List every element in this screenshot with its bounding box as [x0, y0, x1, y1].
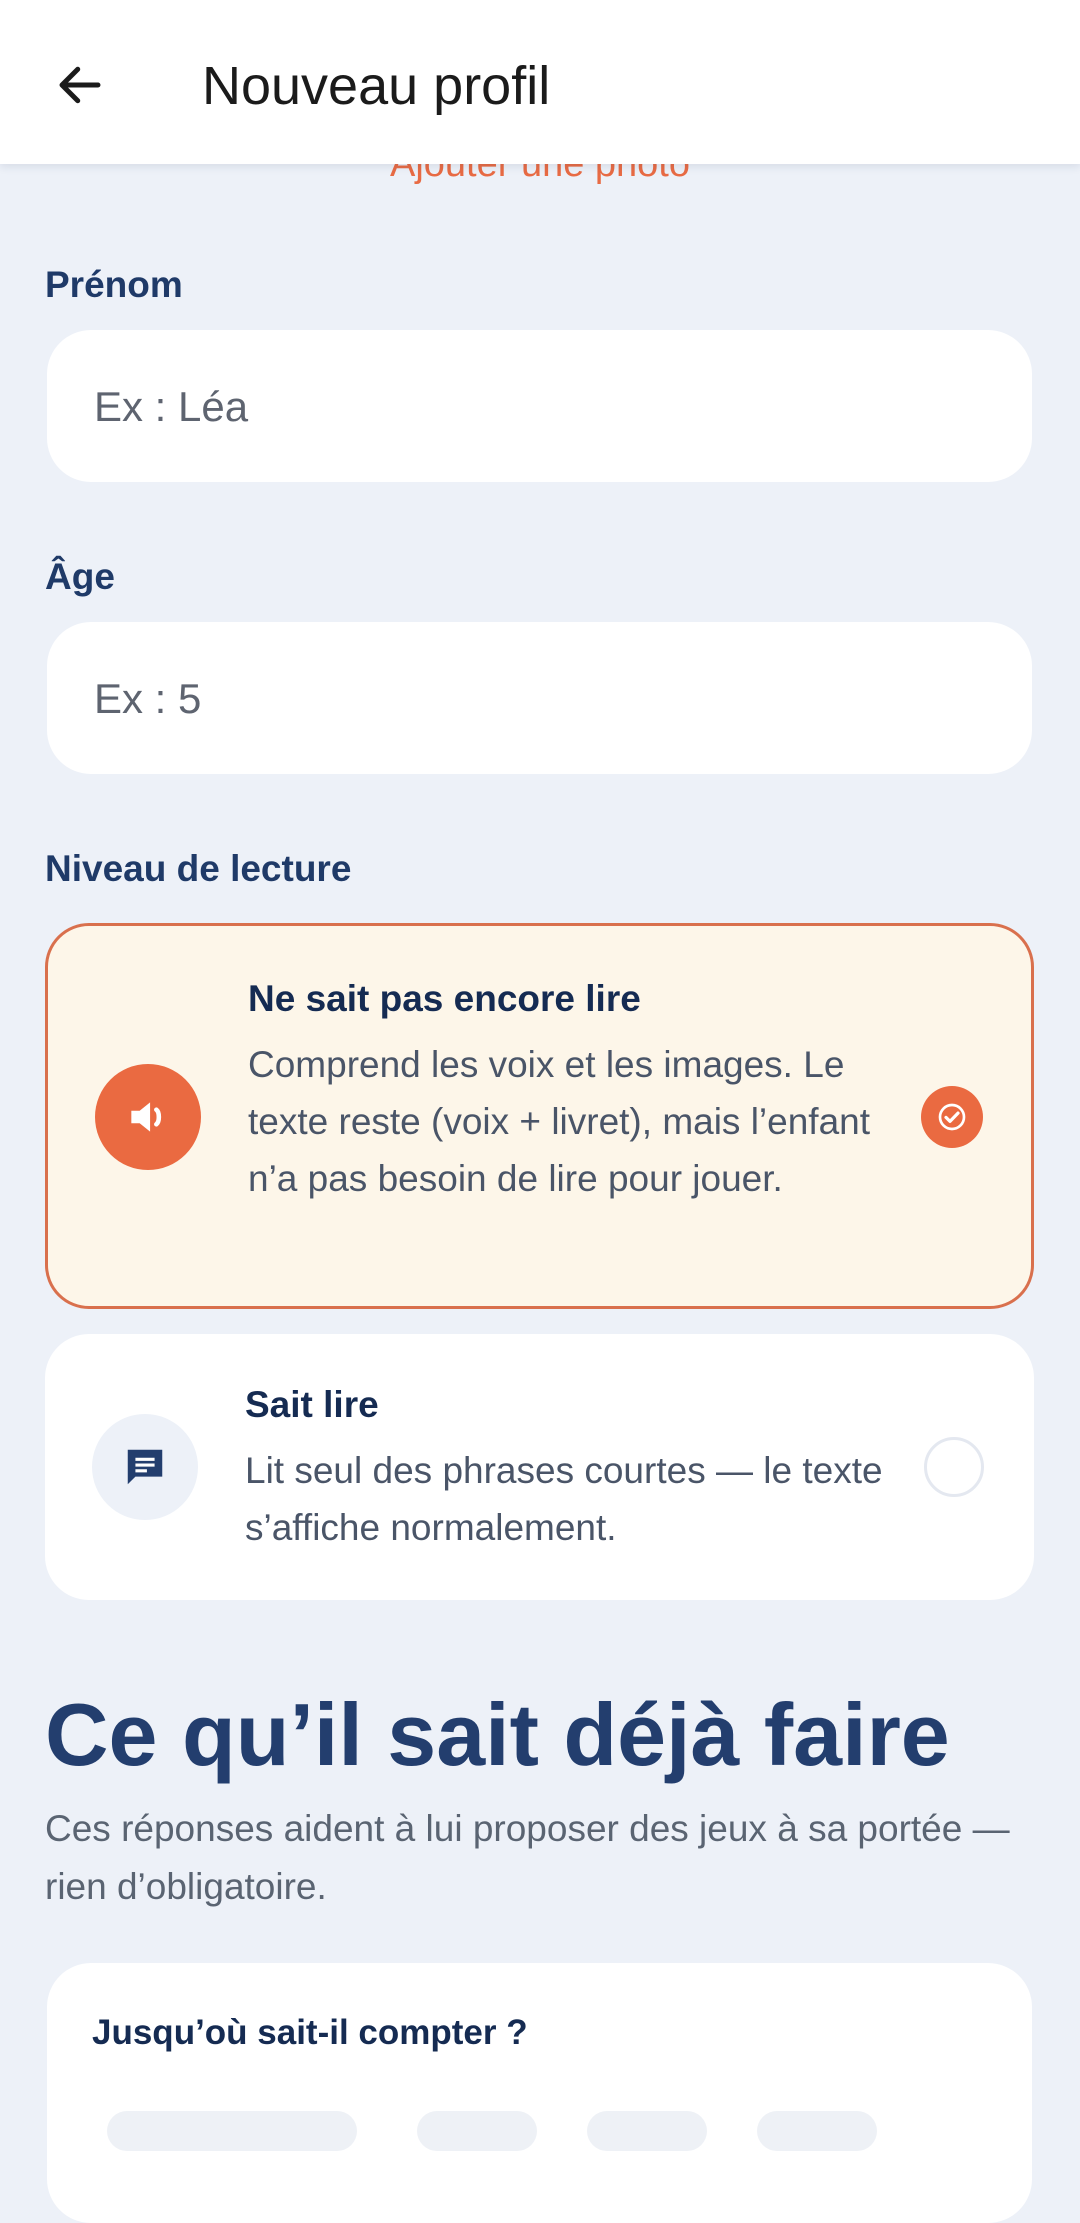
reading-option-can-read[interactable]: Sait lire Lit seul des phrases courtes —…: [45, 1334, 1034, 1600]
back-button[interactable]: [40, 50, 120, 120]
reading-option-title: Sait lire: [245, 1384, 379, 1425]
counting-option-chip[interactable]: [107, 2111, 357, 2151]
counting-question-card: Jusqu’où sait-il compter ?: [47, 1963, 1032, 2223]
skills-section-subtitle: Ces réponses aident à lui proposer des j…: [45, 1808, 1010, 1907]
first-name-label: Prénom: [45, 264, 183, 305]
page-title: Nouveau profil: [202, 56, 551, 116]
speaker-icon: [95, 1064, 201, 1170]
reading-option-description: Lit seul des phrases courtes — le texte …: [245, 1450, 883, 1548]
age-label: Âge: [45, 556, 115, 597]
first-name-field[interactable]: [47, 330, 1032, 484]
counting-option-chip[interactable]: [417, 2111, 537, 2151]
reading-level-label: Niveau de lecture: [45, 848, 352, 889]
radio-checked-icon[interactable]: [921, 1086, 983, 1148]
first-name-input[interactable]: [92, 330, 996, 484]
arrow-left-icon: [59, 66, 101, 104]
age-input[interactable]: [92, 622, 996, 776]
reading-option-cannot-read[interactable]: Ne sait pas encore lire Comprend les voi…: [45, 923, 1034, 1309]
counting-option-chip[interactable]: [757, 2111, 877, 2151]
app-bar: Nouveau profil: [0, 0, 1080, 164]
message-icon: [92, 1414, 198, 1520]
age-field[interactable]: [47, 622, 1032, 776]
radio-unchecked-icon[interactable]: [924, 1437, 984, 1497]
reading-option-title: Ne sait pas encore lire: [248, 978, 641, 1019]
counting-question-title: Jusqu’où sait-il compter ?: [92, 2013, 528, 2052]
counting-option-chip[interactable]: [587, 2111, 707, 2151]
skills-section-title: Ce qu’il sait déjà faire: [45, 1685, 950, 1784]
reading-option-description: Comprend les voix et les images. Le text…: [248, 1044, 871, 1199]
